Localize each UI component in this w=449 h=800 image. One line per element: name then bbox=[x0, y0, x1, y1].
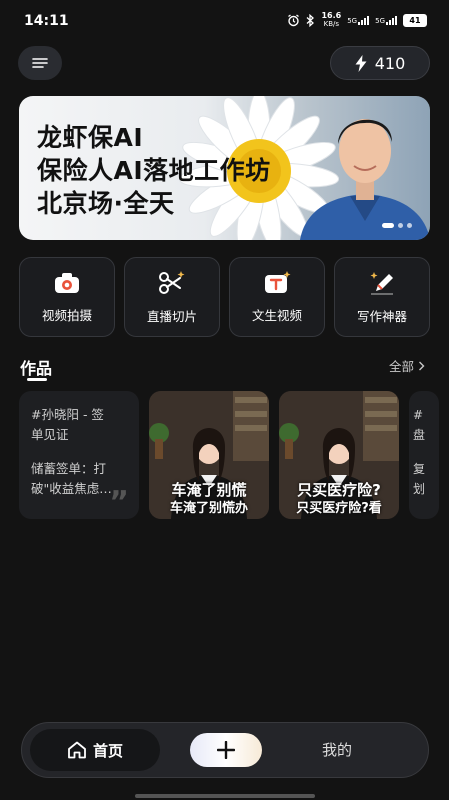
tool-text-to-video[interactable]: 文生视频 bbox=[229, 257, 325, 337]
work-card-video[interactable]: 车淹了别慌 车淹了别慌办 bbox=[149, 391, 269, 519]
quote-mark-icon: ” bbox=[109, 485, 129, 519]
bluetooth-icon bbox=[307, 13, 315, 27]
presenter-photo bbox=[300, 119, 430, 240]
battery-indicator: 41 bbox=[403, 13, 427, 27]
chevron-right-icon bbox=[419, 361, 425, 370]
tool-label: 文生视频 bbox=[251, 307, 302, 323]
bottom-nav: 首页 我的 bbox=[21, 722, 429, 778]
work-card-line: 复 bbox=[413, 462, 426, 476]
banner-dot bbox=[407, 223, 412, 228]
tool-video-shoot[interactable]: 视频拍摄 bbox=[19, 257, 115, 337]
banner-title-line2: 保险人AI落地工作坊 bbox=[37, 156, 271, 185]
work-card-video[interactable]: 只买医疗险? 只买医疗险?看 bbox=[279, 391, 399, 519]
home-indicator bbox=[135, 794, 315, 798]
video-subtitle: 车淹了别慌办 bbox=[169, 501, 248, 516]
plus-icon bbox=[217, 741, 235, 759]
status-time: 14:11 bbox=[24, 13, 69, 29]
status-icons: 16.6 KB/s 5G 5G 41 bbox=[287, 12, 427, 28]
nav-home-label: 首页 bbox=[92, 741, 123, 760]
tool-writing[interactable]: 写作神器 bbox=[334, 257, 430, 337]
create-button[interactable] bbox=[190, 733, 262, 767]
signal-1: 5G bbox=[347, 15, 370, 25]
camera-icon bbox=[55, 272, 79, 293]
tool-live-clip[interactable]: 直播切片 bbox=[124, 257, 220, 337]
banner-dot-active bbox=[382, 223, 394, 228]
work-card-line: 单见证 bbox=[31, 427, 69, 442]
banner-title-line3: 北京场·全天 bbox=[37, 189, 175, 218]
nav-home-tab[interactable]: 首页 bbox=[30, 729, 160, 771]
promo-banner[interactable]: 龙虾保AI 保险人AI落地工作坊 北京场·全天 bbox=[19, 96, 430, 240]
banner-title-line1: 龙虾保AI bbox=[37, 123, 144, 152]
pen-sparkle-icon bbox=[370, 271, 393, 295]
banner-dot bbox=[398, 223, 403, 228]
signal-1-label: 5G bbox=[347, 16, 358, 25]
energy-balance-button[interactable]: 410 bbox=[330, 46, 430, 80]
tool-grid: 视频拍摄 直播切片 文生视频 写作神器 bbox=[19, 257, 430, 337]
nav-mine-tab[interactable]: 我的 bbox=[322, 739, 352, 760]
work-card-text[interactable]: #孙晓阳 - 签 单见证 储蓄签单：打 破"收益焦虑… ” bbox=[19, 391, 139, 519]
signal-2-label: 5G bbox=[375, 16, 385, 25]
works-title-underline bbox=[27, 378, 47, 381]
tool-label: 写作神器 bbox=[356, 308, 407, 324]
work-card-line: #孙晓阳 - 签 bbox=[31, 407, 104, 422]
view-all-label: 全部 bbox=[388, 359, 414, 374]
tool-label: 直播切片 bbox=[146, 308, 197, 324]
home-icon bbox=[68, 741, 86, 759]
menu-button[interactable] bbox=[18, 46, 62, 80]
alarm-icon bbox=[288, 13, 300, 26]
work-card-line: # bbox=[413, 408, 424, 422]
network-speed-value: 16.6 bbox=[321, 11, 342, 20]
works-view-all-link[interactable]: 全部 bbox=[389, 356, 425, 375]
banner-pagination bbox=[382, 223, 412, 228]
status-bar: 14:11 16.6 KB/s 5G 5G 41 bbox=[0, 0, 449, 40]
lightning-icon bbox=[355, 54, 367, 72]
work-card-line: 储蓄签单：打 bbox=[31, 461, 107, 476]
works-list: #孙晓阳 - 签 单见证 储蓄签单：打 破"收益焦虑… ” 车淹了别慌 车淹了别… bbox=[19, 391, 449, 519]
text-to-video-icon bbox=[265, 270, 291, 293]
tool-label: 视频拍摄 bbox=[41, 307, 92, 323]
work-card-line: 盘 bbox=[413, 428, 426, 442]
work-card-partial[interactable]: # 盘 复 划 bbox=[409, 391, 439, 519]
network-speed-unit: KB/s bbox=[323, 20, 340, 28]
hamburger-menu-icon bbox=[32, 58, 48, 68]
energy-count: 410 bbox=[374, 53, 406, 73]
network-speed: 16.6 KB/s bbox=[321, 11, 342, 29]
scissors-sparkle-icon bbox=[159, 270, 185, 294]
works-section-title: 作品 bbox=[20, 359, 53, 378]
work-card-line: 划 bbox=[413, 482, 426, 496]
signal-2: 5G bbox=[375, 15, 397, 25]
video-subtitle: 只买医疗险?看 bbox=[296, 501, 382, 516]
